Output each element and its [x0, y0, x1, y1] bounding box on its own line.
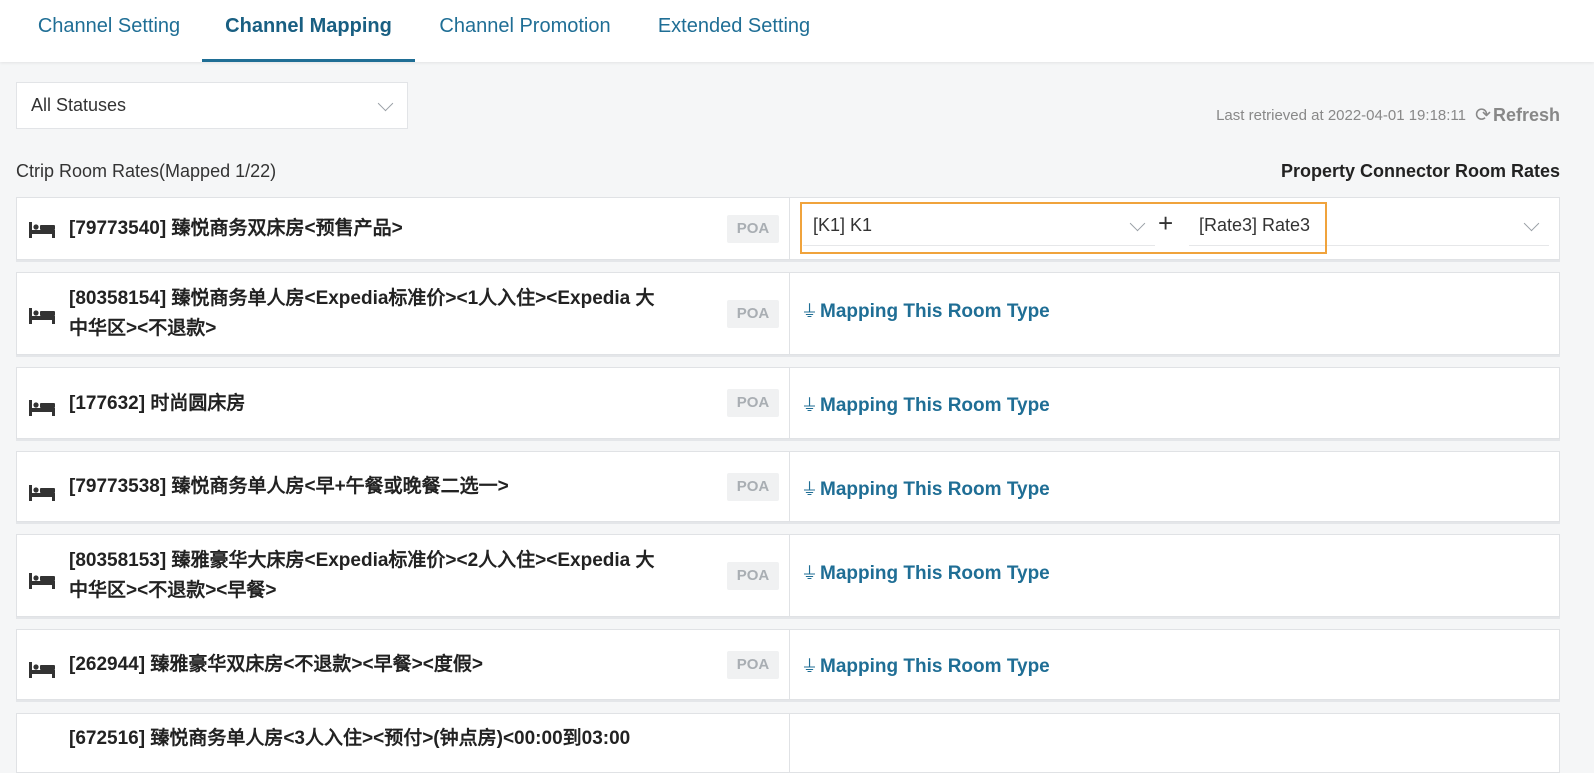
mapping-selectors: [K1] K1 + [Rate3] Rate3 [803, 204, 1549, 248]
poa-badge: POA [727, 651, 779, 679]
room-row: [79773538] 臻悦商务单人房<早+午餐或晚餐二选一> POA ⏚ Mapp… [16, 451, 1560, 522]
bed-icon [29, 485, 55, 501]
poa-badge: POA [727, 562, 779, 590]
chevron-down-icon [1523, 215, 1540, 232]
rate-plan-select[interactable]: [Rate3] Rate3 [1189, 204, 1549, 246]
mapping-room-type-link[interactable]: ⏚ Mapping This Room Type [801, 475, 1050, 501]
poa-badge: POA [727, 473, 779, 501]
room-name: [262944] 臻雅豪华双床房<不退款><早餐><度假> [69, 654, 483, 675]
bed-icon [29, 400, 55, 416]
tab-channel-setting[interactable]: Channel Setting [20, 0, 198, 62]
room-name: [80358153] 臻雅豪华大床房<Expedia标准价><2人入住><Exp… [69, 550, 655, 601]
plug-icon: ⏚ [801, 480, 818, 499]
plug-icon: ⏚ [801, 302, 818, 321]
room-name: [672516] 臻悦商务单人房<3人入住><预付>(钟点房)<00:00到03… [69, 728, 631, 749]
room-row: [79773540] 臻悦商务双床房<预售产品> POA [K1] K1 + [… [16, 197, 1560, 260]
bed-icon [29, 308, 55, 324]
mapping-room-type-link[interactable]: ⏚ Mapping This Room Type [801, 652, 1050, 678]
room-info: [262944] 臻雅豪华双床房<不退款><早餐><度假> POA [17, 630, 790, 699]
bed-icon [29, 573, 55, 589]
status-filter-value: All Statuses [31, 95, 127, 115]
bed-icon [29, 222, 55, 238]
channel-tabs: Channel Setting Channel Mapping Channel … [0, 0, 1594, 62]
last-retrieved-text: Last retrieved at 2022-04-01 19:18:11 [1216, 107, 1466, 124]
room-info: [80358154] 臻悦商务单人房<Expedia标准价><1人入住><Exp… [17, 273, 790, 354]
mapping-room-type-link[interactable]: ⏚ Mapping This Room Type [801, 391, 1050, 417]
poa-badge: POA [727, 389, 779, 417]
rate-plan-value: [Rate3] Rate3 [1199, 215, 1311, 235]
refresh-button[interactable]: ⟳ Refresh [1475, 104, 1560, 127]
room-row: [672516] 臻悦商务单人房<3人入住><预付>(钟点房)<00:00到03… [16, 713, 1560, 773]
chevron-down-icon [1129, 215, 1146, 232]
ctrip-room-rates-header: Ctrip Room Rates(Mapped 1/22) [16, 161, 277, 181]
plug-icon: ⏚ [801, 564, 818, 583]
room-type-select[interactable]: [K1] K1 [803, 204, 1155, 246]
room-info: [79773538] 臻悦商务单人房<早+午餐或晚餐二选一> POA [17, 452, 790, 521]
plug-icon: ⏚ [801, 396, 818, 415]
room-info: [79773540] 臻悦商务双床房<预售产品> POA [17, 198, 790, 259]
mapping-room-type-link[interactable]: ⏚ Mapping This Room Type [801, 559, 1050, 585]
room-name: [79773538] 臻悦商务单人房<早+午餐或晚餐二选一> [69, 476, 509, 497]
tab-channel-promotion[interactable]: Channel Promotion [425, 0, 625, 62]
mapping-link-label: Mapping This Room Type [820, 563, 1050, 584]
room-row: [80358153] 臻雅豪华大床房<Expedia标准价><2人入住><Exp… [16, 534, 1560, 617]
mapping-link-label: Mapping This Room Type [820, 656, 1050, 677]
room-row: [262944] 臻雅豪华双床房<不退款><早餐><度假> POA ⏚ Mappi… [16, 629, 1560, 700]
plus-icon: + [1158, 208, 1174, 238]
bed-icon [29, 662, 55, 678]
connector-room-rates-header: Property Connector Room Rates [1280, 161, 1560, 181]
room-name: [79773540] 臻悦商务双床房<预售产品> [69, 218, 403, 239]
room-type-value: [K1] K1 [813, 215, 873, 235]
tab-channel-mapping[interactable]: Channel Mapping [202, 0, 415, 62]
room-name: [80358154] 臻悦商务单人房<Expedia标准价><1人入住><Exp… [69, 288, 655, 339]
chevron-down-icon [377, 95, 394, 112]
plug-icon: ⏚ [801, 657, 818, 676]
refresh-label: Refresh [1492, 105, 1560, 125]
tab-extended-setting[interactable]: Extended Setting [645, 0, 823, 62]
room-row: [80358154] 臻悦商务单人房<Expedia标准价><1人入住><Exp… [16, 272, 1560, 355]
room-info: [672516] 臻悦商务单人房<3人入住><预付>(钟点房)<00:00到03… [17, 714, 790, 772]
status-filter-select[interactable]: All Statuses [16, 82, 408, 129]
mapping-link-label: Mapping This Room Type [820, 479, 1050, 500]
mapping-link-label: Mapping This Room Type [820, 395, 1050, 416]
room-row: [177632] 时尚圆床房 POA ⏚ Mapping This Room Ty… [16, 367, 1560, 439]
mapping-link-label: Mapping This Room Type [820, 301, 1050, 322]
refresh-icon: ⟳ [1475, 105, 1491, 126]
room-name: [177632] 时尚圆床房 [69, 393, 246, 414]
room-info: [177632] 时尚圆床房 POA [17, 368, 790, 438]
poa-badge: POA [727, 215, 779, 243]
poa-badge: POA [727, 300, 779, 328]
room-info: [80358153] 臻雅豪华大床房<Expedia标准价><2人入住><Exp… [17, 535, 790, 616]
mapping-room-type-link[interactable]: ⏚ Mapping This Room Type [801, 297, 1050, 323]
